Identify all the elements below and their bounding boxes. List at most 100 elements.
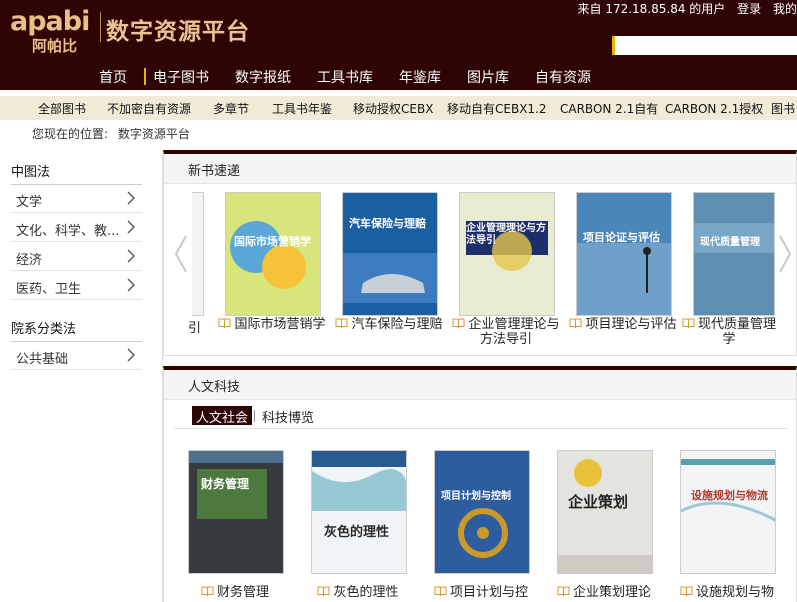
book-cover[interactable]: 汽车保险与理赔 (342, 192, 438, 316)
chevron-right-icon (127, 348, 135, 362)
book-title: 灰色的理性 (333, 585, 399, 600)
sidebar-item-label: 经济 (16, 253, 43, 268)
site-title: 数字资源平台 (106, 19, 250, 45)
login-link[interactable]: 登录 (737, 2, 761, 16)
cover-title: 企业管理理论与方法导引 (466, 223, 546, 246)
panel-header (164, 370, 796, 400)
book-cover[interactable]: 设施规划与物流 (680, 450, 776, 574)
logo-text: apabi (10, 6, 90, 37)
tab-humanities-society[interactable]: 人文社会 (192, 406, 253, 426)
book-icon (317, 586, 330, 597)
partial-book-caption[interactable]: 引 (188, 317, 201, 336)
cover-title: 企业策划 (568, 493, 629, 511)
breadcrumb: 您现在的位置: 数字资源平台 (32, 125, 190, 142)
sidebar-item-economy[interactable]: 经济 (11, 243, 142, 271)
nav-ebooks[interactable]: 电子图书 (153, 67, 209, 87)
subnav-mobile-own-cebx[interactable]: 移动自有CEBX1.2 (447, 100, 547, 117)
subnav-books[interactable]: 图书 (771, 100, 795, 117)
book-title: 国际市场营销学 (234, 317, 326, 332)
book-icon (452, 318, 465, 329)
sub-nav: 全部图书 不加密自有资源 多章节 工具书年鉴 移动授权CEBX 移动自有CEBX… (0, 96, 797, 120)
cover-title: 设施规划与物流 (691, 489, 768, 502)
subnav-carbon-own[interactable]: CARBON 2.1自有 (560, 100, 658, 117)
nav-newspapers[interactable]: 数字报纸 (235, 67, 291, 87)
subnav-reference-yearbook[interactable]: 工具书年鉴 (272, 100, 332, 117)
sidebar-item-public-basics[interactable]: 公共基础 (11, 342, 142, 370)
subnav-multi-chapter[interactable]: 多章节 (213, 100, 249, 117)
book-caption[interactable]: 财务管理 (176, 585, 294, 600)
book-title: 现代质量管理学 (697, 317, 776, 347)
sidebar-item-label: 公共基础 (16, 352, 69, 367)
tab-underline (174, 428, 788, 429)
cover-title: 项目计划与控制 (441, 491, 511, 502)
subnav-unencrypted[interactable]: 不加密自有资源 (107, 100, 191, 117)
cover-title: 汽车保险与理赔 (349, 217, 426, 230)
book-caption[interactable]: 项目理论与评估 (564, 317, 682, 332)
book-title: 汽车保险与理赔 (351, 317, 443, 332)
book-caption[interactable]: 国际市场营销学 (213, 317, 331, 332)
book-icon (201, 586, 214, 597)
sidebar-item-culture[interactable]: 文化、科学、教... (11, 214, 142, 242)
book-cover[interactable]: 国际市场营销学 (225, 192, 321, 316)
panel-title: 人文科技 (188, 380, 241, 395)
panel-header (164, 154, 796, 184)
breadcrumb-label: 您现在的位置: (32, 127, 109, 141)
book-cover[interactable]: 项目计划与控制 (434, 450, 530, 574)
chevron-right-icon (127, 191, 135, 205)
new-books-panel: 新书速递 引 国际市场营销学 国际市场营销学 汽车保险与理赔 汽车保险与理赔 企… (163, 150, 797, 356)
book-cover[interactable]: 企业管理理论与方法导引 (459, 192, 555, 316)
carousel-next-icon[interactable] (774, 232, 796, 276)
panel-title: 新书速递 (188, 164, 241, 179)
subnav-all-books[interactable]: 全部图书 (38, 100, 86, 117)
book-caption[interactable]: 汽车保险与理赔 (330, 317, 448, 332)
sidebar-item-literature[interactable]: 文学 (11, 185, 142, 213)
carousel-prev-icon[interactable] (170, 232, 192, 276)
nav-home[interactable]: 首页 (99, 67, 127, 87)
apabi-logo[interactable]: apabi 阿帕比 (10, 6, 102, 55)
book-title: 项目理论与评估 (585, 317, 677, 332)
book-caption[interactable]: 设施规划与物 (668, 585, 786, 600)
book-icon (569, 318, 582, 329)
logo-divider (100, 12, 101, 42)
nav-reference[interactable]: 工具书库 (317, 67, 373, 87)
chevron-right-icon (127, 249, 135, 263)
tab-separator (254, 410, 255, 422)
sidebar-item-label: 文学 (16, 195, 43, 210)
book-icon (218, 318, 231, 329)
top-links: 来自 172.18.85.84 的用户 登录 我的 (570, 0, 797, 17)
book-icon (682, 318, 695, 329)
book-caption[interactable]: 企业管理理论与方法导引 (447, 317, 565, 347)
book-cover[interactable]: 财务管理 (188, 450, 284, 574)
user-info: 来自 172.18.85.84 的用户 (577, 2, 726, 16)
book-title: 设施规划与物 (695, 585, 774, 600)
cover-title: 现代质量管理 (700, 237, 760, 248)
sidebar-item-label: 医药、卫生 (16, 282, 82, 297)
book-title: 企业策划理论 (572, 585, 651, 600)
subnav-carbon-licensed[interactable]: CARBON 2.1授权 (665, 100, 763, 117)
book-caption[interactable]: 项目计划与控 (422, 585, 540, 600)
book-cover[interactable]: 项目论证与评估 (576, 192, 672, 316)
tab-science-tech[interactable]: 科技博览 (262, 407, 314, 426)
cover-title: 国际市场营销学 (234, 235, 311, 248)
nav-images[interactable]: 图片库 (467, 67, 509, 87)
cover-title: 财务管理 (201, 477, 250, 491)
book-cover[interactable]: 灰色的理性 (311, 450, 407, 574)
search-input[interactable] (612, 36, 797, 55)
sidebar-heading-clc: 中图法 (11, 165, 51, 180)
partial-book-cover[interactable] (192, 192, 204, 316)
top-header: apabi 阿帕比 数字资源平台 来自 172.18.85.84 的用户 登录 … (0, 0, 797, 90)
book-icon (680, 586, 693, 597)
book-icon (434, 586, 447, 597)
nav-yearbooks[interactable]: 年鉴库 (399, 67, 441, 87)
book-cover[interactable]: 企业策划 (557, 450, 653, 574)
book-caption[interactable]: 现代质量管理学 (681, 317, 777, 347)
subnav-mobile-cebx[interactable]: 移动授权CEBX (353, 100, 433, 117)
book-caption[interactable]: 企业策划理论 (545, 585, 663, 600)
breadcrumb-current[interactable]: 数字资源平台 (118, 127, 190, 141)
book-title: 项目计划与控 (449, 585, 528, 600)
book-caption[interactable]: 灰色的理性 (299, 585, 417, 600)
sidebar-item-medicine[interactable]: 医药、卫生 (11, 272, 142, 300)
nav-own-resources[interactable]: 自有资源 (535, 67, 591, 87)
mine-link[interactable]: 我的 (773, 2, 797, 16)
book-cover[interactable]: 现代质量管理 (693, 192, 775, 316)
